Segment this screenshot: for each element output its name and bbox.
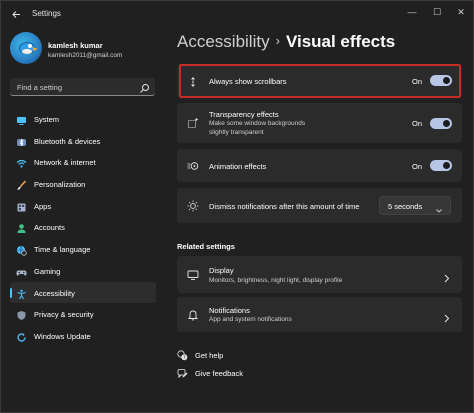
transparency-setting-desc: Make some window backgrounds slightly tr… <box>209 120 306 136</box>
sidebar-item-accessibility[interactable]: Accessibility <box>10 281 156 304</box>
animation-toggle-state: On <box>412 162 423 171</box>
gamepad-icon <box>16 265 27 276</box>
toggle-knob <box>443 162 450 169</box>
transparency-toggle-state: On <box>412 119 423 128</box>
profile-name: kamlesh kumar <box>48 41 103 50</box>
sidebar-nav: System Bluetooth & devices Network & int… <box>10 108 156 347</box>
animation-icon <box>187 159 199 171</box>
notification-timeout-title: Dismiss notifications after this amount … <box>209 202 360 211</box>
dropdown-value: 5 seconds <box>388 202 423 211</box>
get-help-label: Get help <box>195 351 224 360</box>
notifications-link-title: Notifications <box>209 306 250 315</box>
transparency-setting-title: Transparency effects <box>209 110 279 119</box>
bell-icon <box>187 308 199 321</box>
update-icon <box>16 330 27 342</box>
search-input[interactable]: Find a setting <box>10 78 155 96</box>
search-icon[interactable] <box>139 81 150 93</box>
animation-toggle[interactable] <box>430 160 452 171</box>
sidebar-item-personalization[interactable]: Personalization <box>10 173 156 195</box>
notifications-link-desc: App and system notifications <box>209 316 292 323</box>
sidebar-item-label: Apps <box>34 201 52 211</box>
shield-icon <box>16 308 27 321</box>
breadcrumb: Accessibility › Visual effects <box>177 32 395 52</box>
monitor-icon <box>187 268 199 280</box>
sidebar-item-label: Windows Update <box>34 331 91 341</box>
sidebar-item-time-language[interactable]: Time & language <box>10 238 156 260</box>
transparency-toggle[interactable] <box>430 118 452 129</box>
sidebar-item-label: System <box>34 115 60 124</box>
sidebar-item-apps[interactable]: Apps <box>10 195 156 217</box>
accessibility-icon <box>16 287 27 299</box>
app-title: Settings <box>32 9 61 18</box>
search-placeholder: Find a setting <box>17 83 63 92</box>
title-bar: Settings — ☐ ✕ <box>1 1 473 27</box>
back-arrow-icon[interactable] <box>9 7 23 21</box>
animation-setting-title: Animation effects <box>209 162 267 171</box>
transparency-setting-card: Transparency effects Make some window ba… <box>177 103 462 143</box>
animation-setting-card: Animation effects On <box>177 149 462 182</box>
highlight-box <box>179 64 461 98</box>
chevron-right-icon <box>443 270 450 283</box>
sidebar-item-label: Personalization <box>34 180 86 190</box>
transparency-icon <box>187 116 199 128</box>
sidebar-item-label: Accounts <box>34 223 65 233</box>
sidebar-item-system[interactable]: System <box>10 108 156 130</box>
sidebar-item-label: Bluetooth & devices <box>34 136 101 146</box>
sidebar-item-label: Privacy & security <box>34 310 94 320</box>
display-link-card[interactable]: Display Monitors, brightness, night ligh… <box>177 256 462 293</box>
sidebar-item-label: Accessibility <box>34 288 75 298</box>
chevron-down-icon <box>435 202 443 213</box>
toggle-knob <box>443 120 450 127</box>
sidebar-item-label: Gaming <box>34 266 61 276</box>
sidebar-item-network[interactable]: Network & internet <box>10 151 156 173</box>
display-link-desc: Monitors, brightness, night light, displ… <box>209 277 343 284</box>
minimize-button[interactable]: — <box>404 5 420 19</box>
settings-window: Settings — ☐ ✕ kamlesh kumar kamlesh2011… <box>0 0 474 413</box>
sidebar-item-accounts[interactable]: Accounts <box>10 216 156 238</box>
person-icon <box>16 221 27 234</box>
related-settings-heading: Related settings <box>177 242 235 251</box>
give-feedback-label: Give feedback <box>195 369 243 378</box>
sidebar-item-label: Network & internet <box>34 158 96 168</box>
maximize-button[interactable]: ☐ <box>429 5 445 19</box>
profile-email: kamlesh2011@gmail.com <box>48 52 123 59</box>
display-link-title: Display <box>209 266 234 275</box>
brush-icon <box>16 178 27 191</box>
breadcrumb-parent[interactable]: Accessibility <box>177 32 270 51</box>
bluetooth-icon <box>16 135 27 147</box>
notifications-link-card[interactable]: Notifications App and system notificatio… <box>177 297 462 332</box>
sidebar-item-privacy[interactable]: Privacy & security <box>10 303 156 325</box>
chevron-right-icon <box>443 310 450 323</box>
sidebar-item-windows-update[interactable]: Windows Update <box>10 325 156 347</box>
close-button[interactable]: ✕ <box>453 5 469 19</box>
avatar <box>10 32 42 64</box>
apps-icon <box>16 200 27 212</box>
sun-icon <box>187 199 199 212</box>
page-title: Visual effects <box>285 32 396 51</box>
notification-timeout-dropdown[interactable]: 5 seconds <box>379 196 451 215</box>
monitor-icon <box>16 113 27 125</box>
breadcrumb-separator: › <box>275 33 280 48</box>
sidebar-item-bluetooth[interactable]: Bluetooth & devices <box>10 130 156 152</box>
help-chat-icon: ? <box>177 350 188 361</box>
feedback-icon <box>177 368 188 379</box>
sidebar-item-gaming[interactable]: Gaming <box>10 260 156 282</box>
wifi-icon <box>16 156 27 168</box>
globe-clock-icon <box>16 243 27 256</box>
sidebar-item-label: Time & language <box>34 245 91 255</box>
